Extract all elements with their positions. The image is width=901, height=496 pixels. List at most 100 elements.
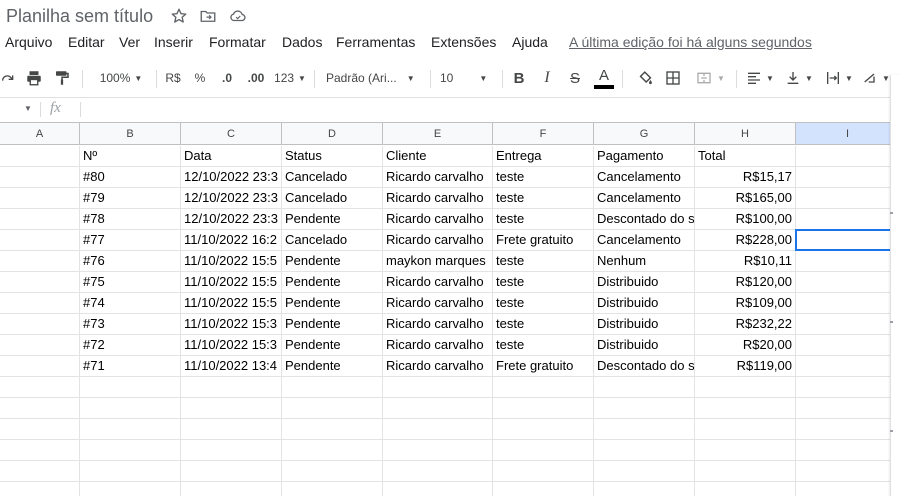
table-cell[interactable]: 11/10/2022 15:5 [181,251,282,272]
table-cell[interactable]: Cancelado [282,230,383,251]
empty-cell[interactable] [695,398,796,419]
empty-cell[interactable] [493,461,594,482]
menu-extensoes[interactable]: Extensões [431,34,496,50]
empty-cell[interactable] [796,335,900,356]
empty-cell[interactable] [181,419,282,440]
empty-cell[interactable] [796,377,900,398]
table-cell[interactable]: teste [493,209,594,230]
table-cell[interactable]: #77 [80,230,181,251]
empty-cell[interactable] [796,440,900,461]
empty-cell[interactable] [0,356,80,377]
currency-format-button[interactable]: R$ [162,62,184,94]
empty-cell[interactable] [796,398,900,419]
empty-cell[interactable] [383,419,493,440]
strikethrough-button[interactable]: S [564,62,586,94]
table-cell[interactable]: 11/10/2022 15:3 [181,335,282,356]
empty-cell[interactable] [493,440,594,461]
empty-cell[interactable] [594,461,695,482]
font-select[interactable]: Padrão (Ari... ▼ [326,62,422,94]
empty-cell[interactable] [594,419,695,440]
borders-icon[interactable] [662,62,684,94]
empty-cell[interactable] [594,398,695,419]
empty-cell[interactable] [796,167,900,188]
redo-icon[interactable] [0,62,16,94]
table-cell[interactable]: R$109,00 [695,293,796,314]
empty-cell[interactable] [796,272,900,293]
text-wrapping-icon[interactable]: ▼ [822,62,856,94]
empty-cell[interactable] [0,251,80,272]
table-header-cell[interactable]: Entrega [493,146,594,167]
table-cell[interactable]: R$165,00 [695,188,796,209]
active-cell-selection[interactable] [795,229,901,251]
last-edit-link[interactable]: A última edição foi há alguns segundos [569,34,812,50]
table-cell[interactable]: #75 [80,272,181,293]
menu-ajuda[interactable]: Ajuda [512,34,548,50]
menu-inserir[interactable]: Inserir [154,34,193,50]
empty-cell[interactable] [0,209,80,230]
vertical-align-icon[interactable]: ▼ [782,62,816,94]
table-cell[interactable]: 11/10/2022 15:3 [181,314,282,335]
empty-cell[interactable] [0,272,80,293]
column-header-a[interactable]: A [0,122,80,145]
empty-cell[interactable] [0,230,80,251]
table-cell[interactable]: 11/10/2022 15:5 [181,272,282,293]
empty-cell[interactable] [0,188,80,209]
merge-cells-icon[interactable]: ▼ [690,62,730,94]
empty-cell[interactable] [0,419,80,440]
empty-cell[interactable] [282,482,383,496]
star-icon[interactable] [170,7,188,25]
table-cell[interactable]: R$15,17 [695,167,796,188]
column-header-f[interactable]: F [493,122,594,145]
empty-cell[interactable] [80,440,181,461]
fill-color-icon[interactable] [634,62,656,94]
table-cell[interactable]: R$20,00 [695,335,796,356]
table-cell[interactable]: maykon marques [383,251,493,272]
table-cell[interactable]: teste [493,272,594,293]
cloud-saved-icon[interactable] [229,7,247,25]
column-header-i[interactable]: I [796,122,900,145]
percent-format-button[interactable]: % [190,62,210,94]
menu-ver[interactable]: Ver [119,34,140,50]
table-cell[interactable]: Frete gratuito [493,230,594,251]
table-cell[interactable]: R$228,00 [695,230,796,251]
empty-cell[interactable] [0,377,80,398]
table-cell[interactable]: R$232,22 [695,314,796,335]
font-size-select[interactable]: 10 ▼ [440,62,496,94]
table-cell[interactable]: Cancelamento [594,167,695,188]
table-cell[interactable]: teste [493,188,594,209]
table-cell[interactable]: #74 [80,293,181,314]
empty-cell[interactable] [282,440,383,461]
column-header-c[interactable]: C [181,122,282,145]
empty-cell[interactable] [493,398,594,419]
table-cell[interactable]: Cancelado [282,188,383,209]
column-header-d[interactable]: D [282,122,383,145]
empty-cell[interactable] [796,251,900,272]
table-cell[interactable]: Ricardo carvalho [383,356,493,377]
empty-cell[interactable] [695,419,796,440]
empty-cell[interactable] [796,482,900,496]
table-cell[interactable]: Ricardo carvalho [383,335,493,356]
menu-editar[interactable]: Editar [68,34,105,50]
empty-cell[interactable] [383,461,493,482]
table-cell[interactable]: Distribuido [594,272,695,293]
table-cell[interactable]: #71 [80,356,181,377]
table-cell[interactable]: Distribuido [594,314,695,335]
empty-cell[interactable] [695,377,796,398]
table-cell[interactable]: Pendente [282,356,383,377]
empty-cell[interactable] [80,398,181,419]
table-cell[interactable]: Descontado do s [594,356,695,377]
empty-cell[interactable] [594,377,695,398]
empty-cell[interactable] [282,377,383,398]
empty-cell[interactable] [181,377,282,398]
empty-cell[interactable] [282,461,383,482]
empty-cell[interactable] [181,461,282,482]
table-cell[interactable]: 12/10/2022 23:3 [181,167,282,188]
empty-cell[interactable] [80,482,181,496]
table-cell[interactable]: Descontado do s [594,209,695,230]
table-header-cell[interactable]: Data [181,146,282,167]
table-cell[interactable]: teste [493,167,594,188]
document-title[interactable]: Planilha sem título [6,6,153,27]
empty-cell[interactable] [695,482,796,496]
empty-cell[interactable] [80,377,181,398]
empty-cell[interactable] [796,293,900,314]
